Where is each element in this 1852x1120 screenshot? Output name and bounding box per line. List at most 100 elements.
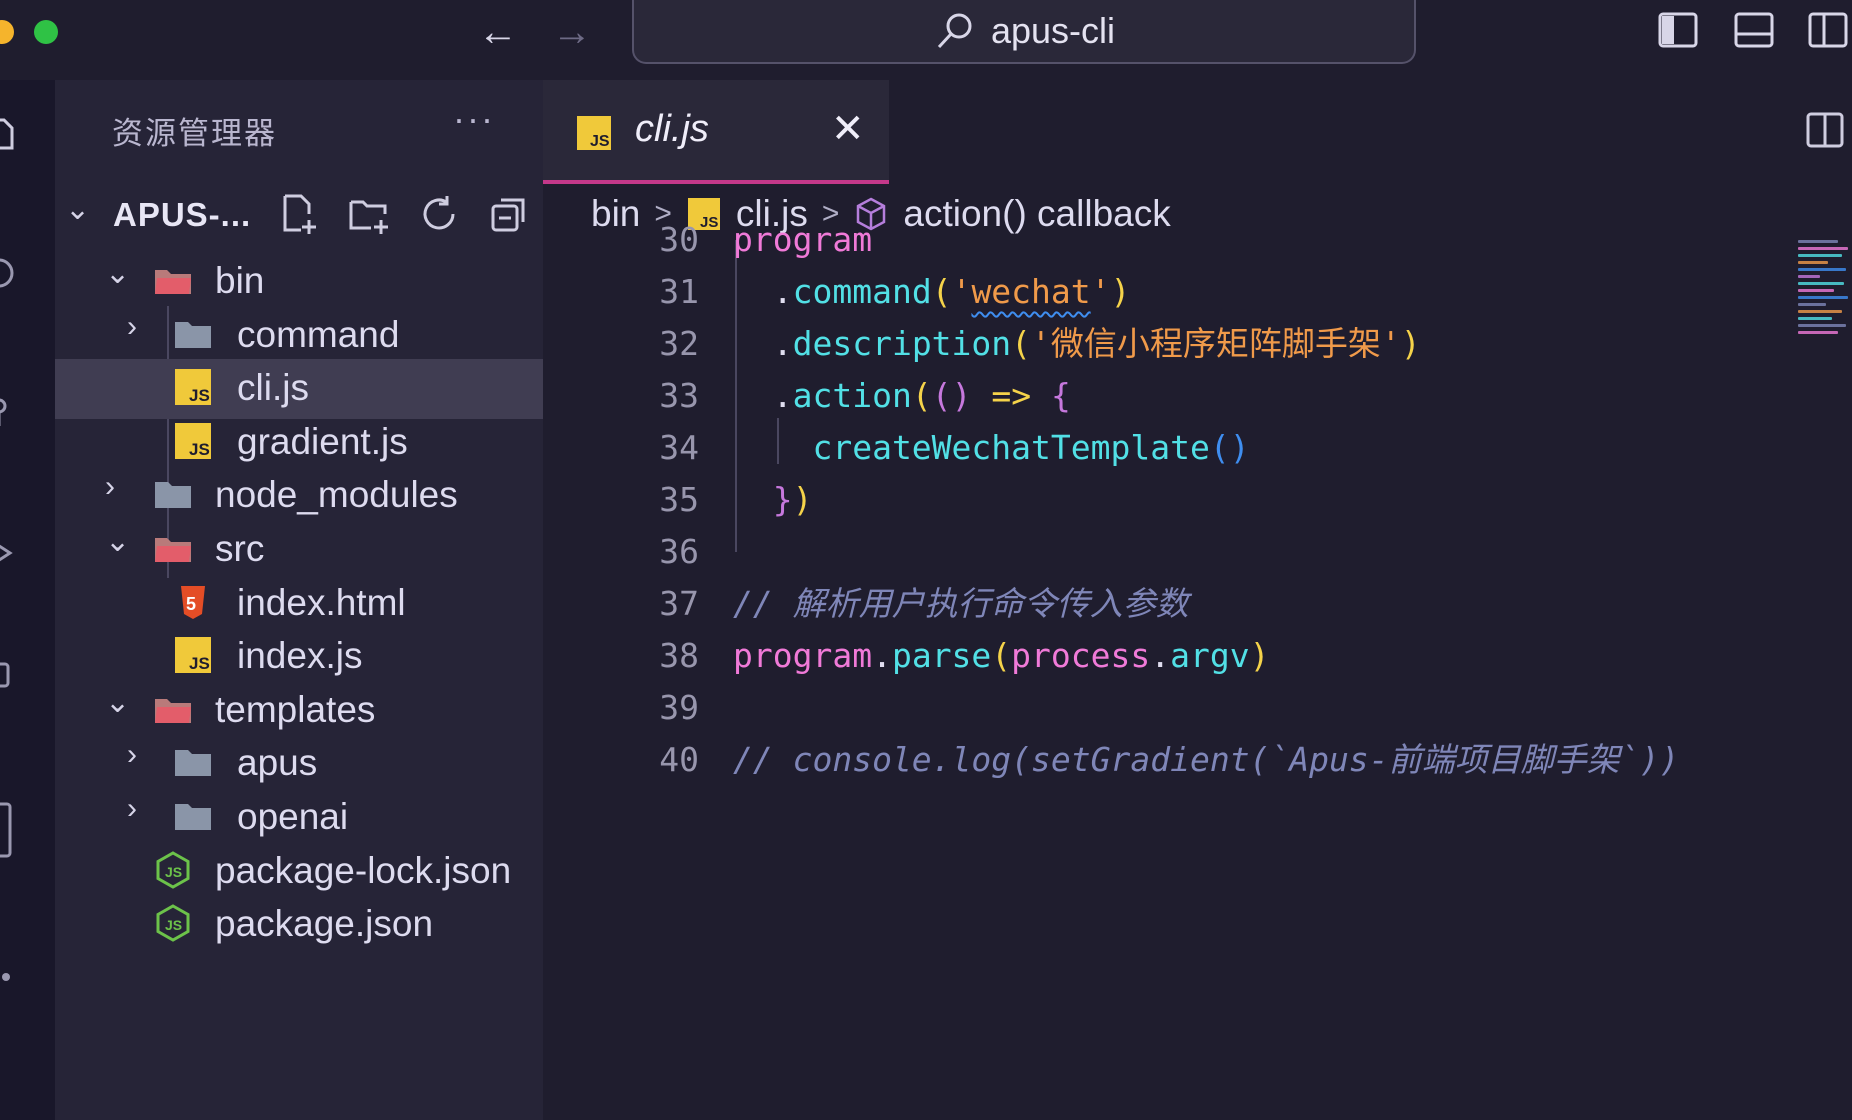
- run-debug-icon[interactable]: [0, 536, 16, 570]
- code-line[interactable]: 38 program.parse(process.argv): [543, 630, 1793, 682]
- tree-item-label: index.html: [237, 581, 406, 623]
- code-line[interactable]: 39: [543, 682, 1793, 734]
- tree-item[interactable]: JS index.js: [55, 627, 543, 687]
- folder-icon: [175, 804, 211, 830]
- tree-item[interactable]: JS gradient.js: [55, 413, 543, 473]
- zoom-window-button[interactable]: [34, 20, 58, 44]
- line-number: 31: [659, 272, 699, 311]
- code-line[interactable]: 40 // console.log(setGradient(`Apus-前端项目脚…: [543, 734, 1793, 786]
- tree-item-label: openai: [237, 796, 349, 837]
- svg-text:JS: JS: [189, 654, 210, 673]
- tree-item[interactable]: JS package-lock.json: [55, 842, 543, 902]
- code-text: .command('wechat'): [733, 266, 1131, 318]
- back-arrow-icon[interactable]: ←: [478, 12, 518, 52]
- tree-item[interactable]: 5 index.html: [55, 574, 543, 634]
- collapse-all-icon[interactable]: [485, 190, 533, 238]
- folder-open-icon: [155, 538, 191, 562]
- tree-item-label: apus: [237, 742, 318, 784]
- chevron-right-icon[interactable]: ›: [127, 792, 155, 825]
- code-token: wechat: [971, 272, 1091, 311]
- new-file-icon[interactable]: [275, 190, 323, 238]
- line-number: 40: [659, 740, 699, 779]
- chevron-right-icon[interactable]: ›: [127, 310, 155, 343]
- code-token: ': [951, 272, 972, 311]
- tree-item[interactable]: › command: [55, 306, 543, 366]
- tree-item[interactable]: ⌄ templates: [55, 681, 543, 741]
- chevron-down-icon[interactable]: ⌄: [65, 192, 90, 227]
- javascript-file-icon: JS: [175, 422, 211, 459]
- line-number: 38: [659, 636, 699, 675]
- code-token: parse: [891, 636, 992, 675]
- line-number: 35: [659, 480, 699, 519]
- folder-icon: [175, 750, 211, 777]
- code-line[interactable]: 30 program: [543, 214, 1793, 266]
- code-line[interactable]: 36: [543, 526, 1793, 578]
- code-token: (: [1011, 324, 1032, 363]
- chevron-right-icon[interactable]: ›: [105, 470, 133, 503]
- code-line[interactable]: 37 // 解析用户执行命令传入参数: [543, 578, 1793, 630]
- code-line[interactable]: 32 .description('微信小程序矩阵脚手架'): [543, 318, 1793, 370]
- code-line[interactable]: 35 }): [543, 474, 1793, 526]
- svg-text:JS: JS: [189, 440, 210, 459]
- chevron-down-icon[interactable]: ⌄: [105, 256, 133, 290]
- chevron-right-icon[interactable]: ›: [127, 738, 155, 771]
- toggle-secondary-sidebar-icon[interactable]: [1806, 8, 1850, 52]
- activity-bar: [0, 80, 55, 1120]
- tree-item[interactable]: ⌄ bin: [55, 252, 543, 312]
- workspace-root[interactable]: ⌄ APUS-...: [55, 190, 543, 242]
- tree-item[interactable]: › node_modules: [55, 466, 543, 526]
- tree-item-label: templates: [215, 688, 376, 730]
- chevron-down-icon[interactable]: ⌄: [105, 685, 133, 719]
- folder-icon: [175, 321, 211, 348]
- more-actions-icon[interactable]: ···: [453, 98, 495, 140]
- line-number: 37: [659, 584, 699, 623]
- code-token: command: [792, 272, 932, 311]
- refresh-icon[interactable]: [415, 190, 463, 238]
- code-token: }: [733, 480, 793, 519]
- tree-item[interactable]: JS cli.js: [55, 359, 543, 420]
- tree-item-label: package.json: [215, 903, 434, 945]
- tree-item-label: package-lock.json: [215, 849, 512, 891]
- extensions-icon[interactable]: [0, 660, 16, 694]
- tree-item[interactable]: JS package.json: [55, 895, 543, 955]
- tree-item[interactable]: › openai: [55, 788, 543, 848]
- svg-text:JS: JS: [189, 386, 210, 405]
- command-center-label: apus-cli: [990, 10, 1116, 51]
- remote-explorer-icon[interactable]: [0, 800, 16, 860]
- code-token: {: [1050, 376, 1071, 415]
- toggle-primary-sidebar-icon[interactable]: [1656, 8, 1700, 52]
- code-token: .: [733, 272, 793, 311]
- line-number: 36: [659, 532, 699, 571]
- explorer-icon[interactable]: [0, 116, 16, 150]
- forward-arrow-icon[interactable]: →: [552, 12, 592, 52]
- chevron-down-icon[interactable]: ⌄: [105, 524, 133, 558]
- command-center-search[interactable]: apus-cli: [632, 0, 1416, 64]
- code-text: }): [733, 474, 813, 526]
- tree-item[interactable]: ⌄ src: [55, 520, 543, 580]
- title-bar: ← → apus-cli: [0, 0, 1852, 80]
- search-view-icon[interactable]: [0, 256, 16, 290]
- code-token: createWechatTemplate: [733, 428, 1210, 467]
- new-folder-icon[interactable]: [345, 190, 393, 238]
- svg-text:JS: JS: [165, 917, 182, 933]
- tree-item-label: bin: [215, 260, 265, 301]
- tab-cli-js[interactable]: JS cli.js ✕: [543, 80, 889, 184]
- split-editor-icon[interactable]: [1805, 110, 1845, 150]
- close-icon[interactable]: ✕: [831, 106, 865, 152]
- minimap[interactable]: [1798, 240, 1852, 400]
- code-text: .description('微信小程序矩阵脚手架'): [733, 318, 1421, 370]
- accounts-dot-icon[interactable]: [0, 960, 16, 994]
- minimize-window-button[interactable]: [0, 20, 14, 44]
- code-token: // 解析用户执行命令传入参数: [733, 584, 1189, 623]
- code-line[interactable]: 33 .action(() => {: [543, 370, 1793, 422]
- code-token: ): [1249, 636, 1270, 675]
- tree-item[interactable]: › apus: [55, 734, 543, 794]
- tab-label: cli.js: [635, 108, 709, 150]
- source-control-icon[interactable]: [0, 396, 16, 430]
- code-line[interactable]: 34 createWechatTemplate(): [543, 422, 1793, 474]
- code-line[interactable]: 31 .command('wechat'): [543, 266, 1793, 318]
- toggle-panel-icon[interactable]: [1732, 8, 1776, 52]
- code-token: (: [991, 636, 1012, 675]
- line-number: 30: [659, 220, 699, 259]
